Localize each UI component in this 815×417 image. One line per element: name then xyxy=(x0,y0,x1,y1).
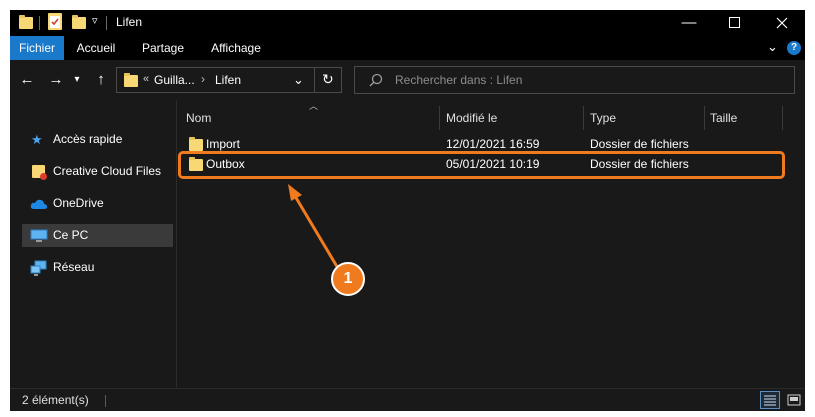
annotation-arrow-icon xyxy=(288,184,341,271)
step-number-badge: 1 xyxy=(331,262,365,296)
